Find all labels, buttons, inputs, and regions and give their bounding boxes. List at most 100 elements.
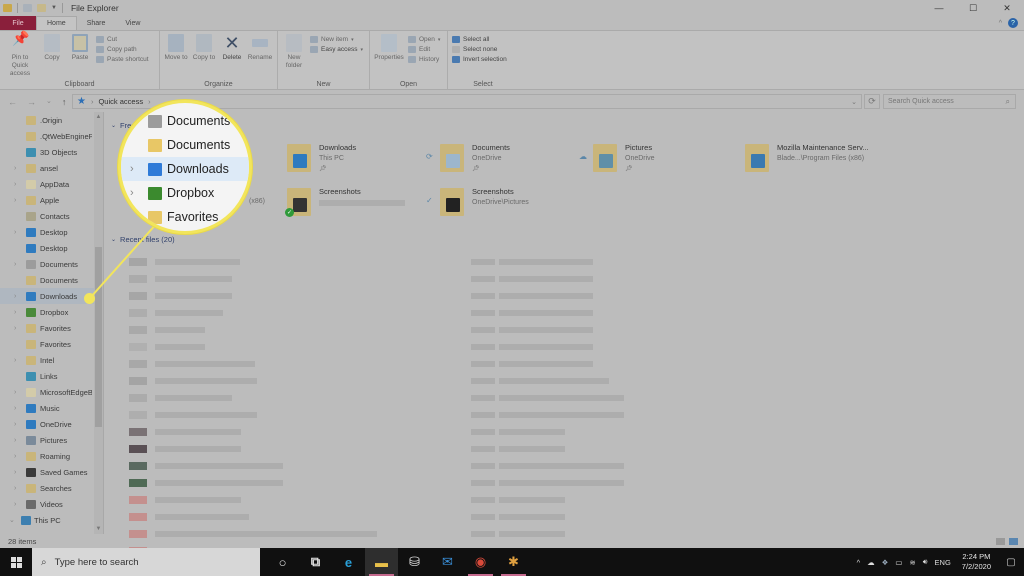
nav-item[interactable]: › AppData — [0, 176, 103, 192]
recent-files-header[interactable]: ⌄ Recent files (20) — [111, 235, 175, 244]
onedrive-cloud-icon[interactable]: ☁ — [867, 558, 875, 567]
folder-tile[interactable]: Screenshots ✓ — [285, 186, 405, 224]
dropbox-icon[interactable]: ❖ — [882, 558, 889, 567]
search-input[interactable]: Search Quick access ⌕ — [883, 94, 1016, 109]
clock[interactable]: 2:24 PM 7/2/2020 — [962, 552, 991, 572]
nav-item[interactable]: › Roaming — [0, 448, 103, 464]
recent-file-row[interactable] — [129, 513, 1024, 521]
nav-item[interactable]: Documents — [0, 272, 103, 288]
expand-chevron-icon[interactable]: › — [14, 357, 16, 364]
nav-item[interactable]: › Music — [0, 400, 103, 416]
nav-item[interactable]: › Apple — [0, 192, 103, 208]
taskbar-slack-icon[interactable]: ✱ — [497, 548, 530, 576]
nav-item[interactable]: .QtWebEngineP — [0, 128, 103, 144]
collapse-ribbon-chevron-icon[interactable]: ^ — [999, 20, 1002, 27]
expand-chevron-icon[interactable]: › — [14, 181, 16, 188]
folder-tile[interactable]: ✓ Screenshots OneDrive\Pictures — [426, 186, 529, 224]
tab-view[interactable]: View — [115, 16, 150, 30]
recent-file-row[interactable] — [129, 275, 1024, 283]
taskbar-edge-icon[interactable]: e — [332, 548, 365, 576]
collapse-chevron-icon[interactable]: ⌄ — [111, 236, 116, 243]
taskbar-store-icon[interactable]: ⛁ — [398, 548, 431, 576]
nav-item[interactable]: › Documents — [0, 256, 103, 272]
nav-item[interactable]: › OneDrive — [0, 416, 103, 432]
nav-item[interactable]: › Intel — [0, 352, 103, 368]
taskbar-cortana-icon[interactable]: ○ — [266, 548, 299, 576]
new-item-button[interactable]: New item ▾ — [310, 36, 363, 43]
show-hidden-icons-chevron-icon[interactable]: ^ — [857, 558, 861, 567]
navigation-scrollbar[interactable]: ▲ ▼ — [94, 112, 103, 534]
nav-item[interactable]: › Desktop — [0, 224, 103, 240]
nav-item[interactable]: 3D Objects — [0, 144, 103, 160]
nav-item[interactable]: Desktop — [0, 240, 103, 256]
address-dropdown-chevron-icon[interactable]: ⌄ — [851, 98, 857, 106]
new-folder-icon[interactable] — [37, 4, 46, 12]
nav-item[interactable]: .Origin — [0, 112, 103, 128]
recent-file-row[interactable] — [129, 496, 1024, 504]
recent-file-row[interactable] — [129, 326, 1024, 334]
recent-file-row[interactable] — [129, 445, 1024, 453]
nav-item[interactable]: Contacts — [0, 208, 103, 224]
start-button[interactable] — [0, 548, 32, 576]
expand-chevron-icon[interactable]: › — [14, 293, 16, 300]
breadcrumb-separator-icon[interactable]: › — [91, 97, 94, 106]
expand-chevron-icon[interactable]: › — [14, 309, 16, 316]
help-icon[interactable]: ? — [1008, 18, 1018, 28]
expand-chevron-icon[interactable]: › — [14, 229, 16, 236]
expand-chevron-icon[interactable]: › — [14, 261, 16, 268]
scroll-up-arrow-icon[interactable]: ▲ — [94, 114, 103, 120]
expand-chevron-icon[interactable]: › — [14, 389, 16, 396]
action-center-icon[interactable]: ▢ — [998, 548, 1024, 576]
up-button[interactable]: ↑ — [62, 97, 67, 107]
open-button[interactable]: Open ▾ — [408, 36, 440, 43]
minimize-button[interactable]: — — [922, 0, 956, 16]
maximize-button[interactable]: ☐ — [956, 0, 990, 16]
expanded-chevron-icon[interactable]: ⌄ — [9, 516, 15, 524]
nav-item[interactable]: › Searches — [0, 480, 103, 496]
refresh-button[interactable]: ⟳ — [864, 94, 880, 109]
language-indicator[interactable]: ENG — [935, 558, 951, 567]
volume-icon[interactable]: 🔊︎ — [923, 557, 928, 567]
details-view-icon[interactable] — [996, 537, 1005, 545]
recent-file-row[interactable] — [129, 394, 1024, 402]
history-button[interactable]: History — [408, 56, 440, 63]
expand-chevron-icon[interactable]: › — [14, 485, 16, 492]
folder-tile[interactable]: ☁ Pictures OneDrive 📌︎ — [579, 142, 655, 180]
nav-item[interactable]: › Favorites — [0, 320, 103, 336]
nav-item[interactable]: › MicrosoftEdgeB — [0, 384, 103, 400]
edit-button[interactable]: Edit — [408, 46, 440, 53]
taskbar-task-view-icon[interactable]: ⧉ — [299, 548, 332, 576]
nav-item[interactable]: › Pictures — [0, 432, 103, 448]
recent-file-row[interactable] — [129, 411, 1024, 419]
recent-file-row[interactable] — [129, 462, 1024, 470]
invert-selection-button[interactable]: Invert selection — [452, 56, 507, 63]
tab-share[interactable]: Share — [77, 16, 116, 30]
customize-toolbar-chevron-icon[interactable]: ▼ — [51, 5, 57, 11]
expand-chevron-icon[interactable]: › — [14, 405, 16, 412]
taskbar-search-box[interactable]: ⌕ Type here to search — [32, 548, 260, 576]
recent-file-row[interactable] — [129, 360, 1024, 368]
recent-file-row[interactable] — [129, 479, 1024, 487]
nav-item[interactable]: › Videos — [0, 496, 103, 512]
breadcrumb-separator-icon[interactable]: › — [148, 97, 151, 106]
breadcrumb-quick-access[interactable]: Quick access — [98, 97, 143, 106]
recent-locations-chevron-icon[interactable]: ⌄ — [46, 97, 52, 107]
taskbar-mail-icon[interactable]: ✉ — [431, 548, 464, 576]
folder-tile[interactable]: Mozilla Maintenance Serv... Blade...\Prog… — [745, 142, 869, 180]
expand-chevron-icon[interactable]: › — [14, 453, 16, 460]
back-button[interactable]: ← — [8, 97, 17, 107]
recent-file-row[interactable] — [129, 292, 1024, 300]
network-wifi-icon[interactable]: ≋ — [910, 558, 916, 567]
recent-file-row[interactable] — [129, 428, 1024, 436]
paste-shortcut-button[interactable]: Paste shortcut — [96, 56, 149, 63]
battery-icon[interactable]: ▭ — [895, 558, 902, 567]
taskbar-file-explorer-icon[interactable]: ▬ — [365, 548, 398, 576]
collapse-chevron-icon[interactable]: ⌄ — [111, 122, 116, 129]
tab-file[interactable]: File — [0, 16, 36, 30]
cut-button[interactable]: Cut — [96, 36, 149, 43]
expand-chevron-icon[interactable]: › — [14, 165, 16, 172]
nav-item-this-pc[interactable]: ⌄ This PC — [0, 512, 103, 528]
folder-tile[interactable]: ⟳ Documents OneDrive 📌︎ — [426, 142, 510, 180]
recent-file-row[interactable] — [129, 343, 1024, 351]
nav-item[interactable]: Links — [0, 368, 103, 384]
